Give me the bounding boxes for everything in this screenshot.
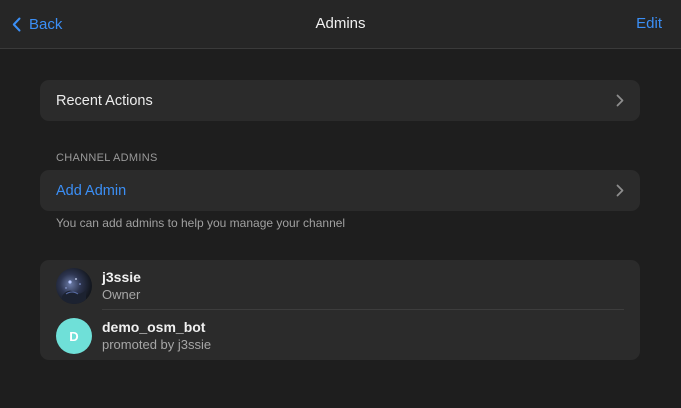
add-admin-row[interactable]: Add Admin <box>40 170 640 211</box>
avatar-letter: D <box>69 328 79 344</box>
channel-admins-heading: CHANNEL ADMINS <box>56 152 158 164</box>
avatar-photo-icon <box>62 278 86 304</box>
edit-button[interactable]: Edit <box>636 15 662 32</box>
admins-page: Back Admins Edit Recent Actions CHANNEL … <box>0 0 681 408</box>
top-bar: Back Admins Edit <box>0 0 681 49</box>
admin-role: Owner <box>102 287 141 302</box>
recent-actions-row[interactable]: Recent Actions <box>40 80 640 121</box>
admin-role: promoted by j3ssie <box>102 337 212 352</box>
admins-list: j3ssie Owner D demo_osm_bot promoted by … <box>40 260 640 360</box>
admin-name: demo_osm_bot <box>102 319 206 335</box>
avatar: D <box>56 318 92 354</box>
admin-row-demo-osm-bot[interactable]: D demo_osm_bot promoted by j3ssie <box>40 310 640 360</box>
add-admin-hint: You can add admins to help you manage yo… <box>56 216 346 230</box>
add-admin-card: Add Admin <box>40 170 640 211</box>
chevron-right-icon <box>616 94 624 107</box>
admin-row-j3ssie[interactable]: j3ssie Owner <box>40 260 640 310</box>
chevron-right-icon <box>616 184 624 197</box>
page-title: Admins <box>315 15 366 32</box>
add-admin-label: Add Admin <box>56 182 127 199</box>
admin-name: j3ssie <box>102 269 141 285</box>
recent-actions-label: Recent Actions <box>56 92 153 109</box>
avatar <box>56 268 92 304</box>
recent-actions-card: Recent Actions <box>40 80 640 121</box>
